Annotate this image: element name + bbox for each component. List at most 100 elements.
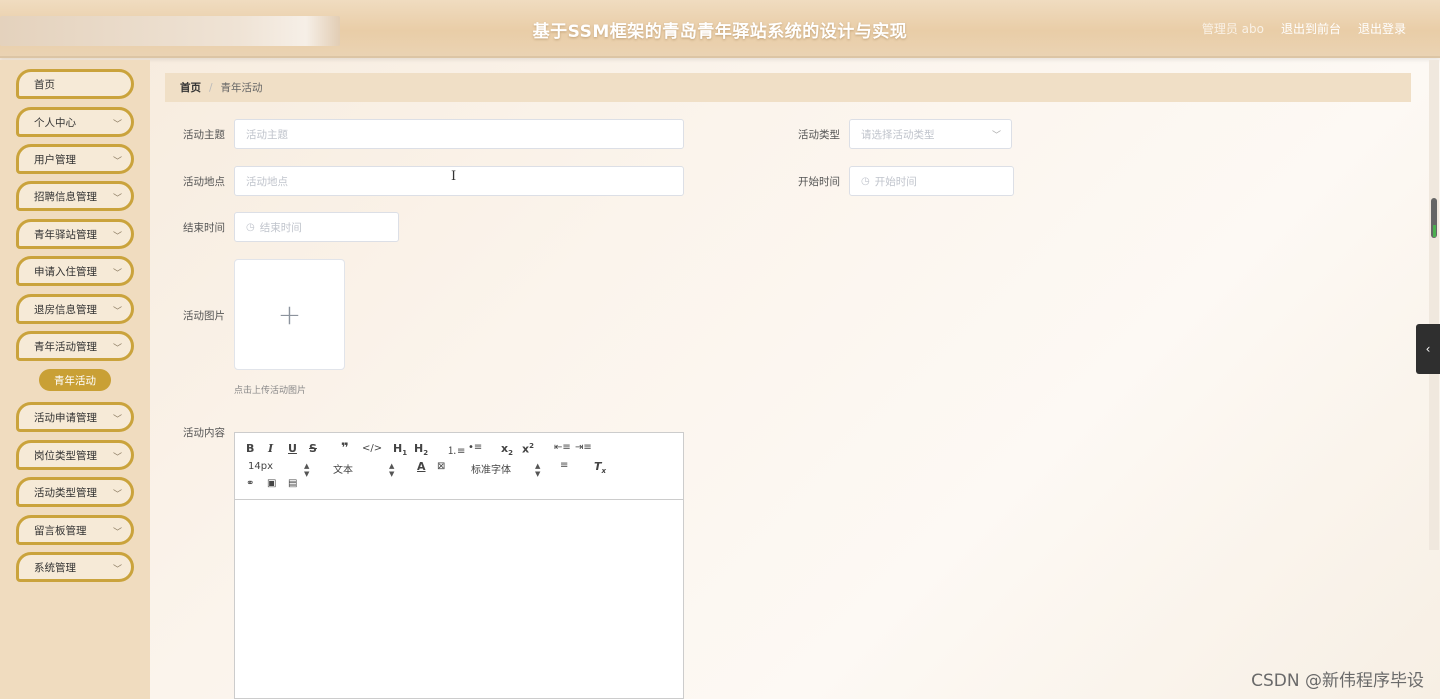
end-label: 结束时间 [183, 222, 225, 234]
sidebar-item-profile[interactable]: 个人中心 ﹀ [16, 107, 134, 137]
chevron-down-icon: ﹀ [112, 415, 122, 425]
sidebar-item-activity[interactable]: 青年活动管理 ﹀ [16, 331, 134, 361]
sidebar-item-system[interactable]: 系统管理 ﹀ [16, 552, 134, 582]
content-label: 活动内容 [183, 427, 225, 439]
location-input[interactable]: 活动地点 [234, 166, 684, 196]
quote-icon[interactable]: ❞ [341, 441, 349, 456]
sidebar-item-station[interactable]: 青年驿站管理 ﹀ [16, 219, 134, 249]
image-upload[interactable]: + [234, 259, 345, 370]
sidebar-item-label: 首页 [34, 78, 55, 91]
end-time-picker[interactable]: ◷ 结束时间 [234, 212, 399, 242]
background-color-icon[interactable]: ⊠ [437, 461, 445, 472]
breadcrumb-current: 青年活动 [220, 82, 263, 94]
chevron-down-icon: ﹀ [112, 120, 122, 130]
font-color-icon[interactable]: A [417, 460, 426, 473]
collapse-panel-button[interactable]: ‹ [1416, 324, 1440, 374]
clock-icon: ◷ [246, 221, 255, 233]
subscript-icon[interactable]: x2 [501, 442, 513, 457]
sidebar-item-checkout[interactable]: 退房信息管理 ﹀ [16, 294, 134, 324]
superscript-icon[interactable]: x2 [522, 442, 534, 456]
chevron-down-icon: ﹀ [112, 194, 122, 204]
link-icon[interactable]: ⚭ [246, 478, 254, 489]
strike-icon[interactable]: S [309, 442, 317, 455]
sidebar-item-activity-type[interactable]: 活动类型管理 ﹀ [16, 477, 134, 507]
indent-icon[interactable]: ⇥≡ [575, 442, 592, 453]
sidebar-item-label: 退房信息管理 [34, 303, 97, 316]
sidebar-item-label: 系统管理 [34, 561, 76, 574]
sidebar-item-label: 个人中心 [34, 116, 76, 129]
sidebar-item-recruitment[interactable]: 招聘信息管理 ﹀ [16, 181, 134, 211]
sidebar-item-message-board[interactable]: 留言板管理 ﹀ [16, 515, 134, 545]
sidebar-item-label: 用户管理 [34, 153, 76, 166]
align-icon[interactable]: ≡ [560, 460, 568, 471]
video-icon[interactable]: ▤ [288, 478, 297, 489]
type-label: 活动类型 [798, 129, 840, 141]
sidebar-item-label: 活动申请管理 [34, 411, 97, 424]
sidebar-item-job-type[interactable]: 岗位类型管理 ﹀ [16, 440, 134, 470]
header-2-icon[interactable]: H2 [414, 442, 428, 457]
italic-icon[interactable]: I [268, 442, 273, 455]
breadcrumb-home[interactable]: 首页 [180, 80, 201, 95]
chevron-down-icon: ﹀ [112, 565, 122, 575]
theme-label: 活动主题 [183, 129, 225, 141]
location-placeholder: 活动地点 [246, 175, 288, 188]
type-select[interactable]: 请选择活动类型 ﹀ [849, 119, 1012, 149]
sidebar-item-activity-apply[interactable]: 活动申请管理 ﹀ [16, 402, 134, 432]
chevron-down-icon: ﹀ [112, 528, 122, 538]
sidebar-item-users[interactable]: 用户管理 ﹀ [16, 144, 134, 174]
font-size-value: 14px [248, 461, 273, 472]
theme-placeholder: 活动主题 [246, 128, 288, 141]
chevron-down-icon: ﹀ [112, 344, 122, 354]
clock-icon: ◷ [861, 175, 870, 187]
up-down-icon: ▲ ▼ [389, 462, 395, 478]
sidebar-item-checkin[interactable]: 申请入住管理 ﹀ [16, 256, 134, 286]
chevron-down-icon: ﹀ [112, 269, 122, 279]
bullet-list-icon[interactable]: •≡ [468, 442, 482, 453]
page-scrollbar[interactable] [1429, 60, 1439, 550]
breadcrumb: 首页 / 青年活动 [165, 73, 1411, 102]
font-family-select[interactable]: 标准字体 ▲ ▼ [471, 461, 543, 478]
image-icon[interactable]: ▣ [267, 478, 276, 489]
rich-text-editor[interactable]: B I U S ❞ </> H1 H2 ⒈≡ •≡ x2 x2 ⇤≡ ⇥≡ 14… [234, 432, 684, 699]
chevron-down-icon: ﹀ [112, 232, 122, 242]
up-down-icon: ▲ ▼ [535, 462, 541, 478]
code-icon[interactable]: </> [362, 443, 382, 454]
header-1-icon[interactable]: H1 [393, 442, 407, 457]
ordered-list-icon[interactable]: ⒈≡ [447, 442, 465, 457]
sidebar-item-label: 留言板管理 [34, 524, 87, 537]
sidebar-item-label: 活动类型管理 [34, 486, 97, 499]
header-links: 管理员 abo 退出到前台 退出登录 [1202, 20, 1406, 37]
sidebar-item-label: 招聘信息管理 [34, 190, 97, 203]
format-value: 文本 [333, 465, 353, 476]
chevron-left-icon: ‹ [1425, 342, 1431, 356]
underline-icon[interactable]: U [288, 442, 297, 455]
sidebar-subitem-activity[interactable]: 青年活动 [39, 369, 111, 391]
upload-tip: 点击上传活动图片 [234, 386, 307, 396]
image-label: 活动图片 [183, 310, 225, 322]
sidebar-item-label: 申请入住管理 [34, 265, 97, 278]
chevron-down-icon: ﹀ [112, 157, 122, 167]
location-label: 活动地点 [183, 176, 225, 188]
watermark: CSDN @新伟程序毕设 [1251, 671, 1424, 691]
font-size-select[interactable]: 14px ▲ ▼ [248, 461, 310, 478]
font-family-value: 标准字体 [471, 465, 511, 476]
chevron-down-icon: ﹀ [112, 307, 122, 317]
up-down-icon: ▲ ▼ [304, 462, 310, 478]
theme-input[interactable]: 活动主题 [234, 119, 684, 149]
outdent-icon[interactable]: ⇤≡ [554, 442, 571, 453]
current-user: 管理员 abo [1201, 22, 1264, 36]
sidebar-item-label: 青年驿站管理 [34, 228, 97, 241]
format-select[interactable]: 文本 ▲ ▼ [333, 461, 395, 478]
front-link[interactable]: 退出到前台 [1281, 20, 1341, 37]
clear-format-icon[interactable]: Tx [594, 460, 606, 475]
logout-link[interactable]: 退出登录 [1358, 20, 1406, 37]
editor-toolbar: B I U S ❞ </> H1 H2 ⒈≡ •≡ x2 x2 ⇤≡ ⇥≡ 14… [235, 433, 683, 500]
start-time-picker[interactable]: ◷ 开始时间 [849, 166, 1014, 196]
sidebar: 首页 个人中心 ﹀ 用户管理 ﹀ 招聘信息管理 ﹀ 青年驿站管理 ﹀ 申请入住管理 ﹀ 退… [0, 60, 150, 699]
start-label: 开始时间 [798, 176, 840, 188]
bold-icon[interactable]: B [246, 442, 254, 455]
end-placeholder: 结束时间 [259, 221, 302, 234]
text-cursor-icon: I [451, 169, 457, 184]
sidebar-item-label: 青年活动管理 [34, 340, 97, 353]
sidebar-item-home[interactable]: 首页 [16, 69, 134, 99]
